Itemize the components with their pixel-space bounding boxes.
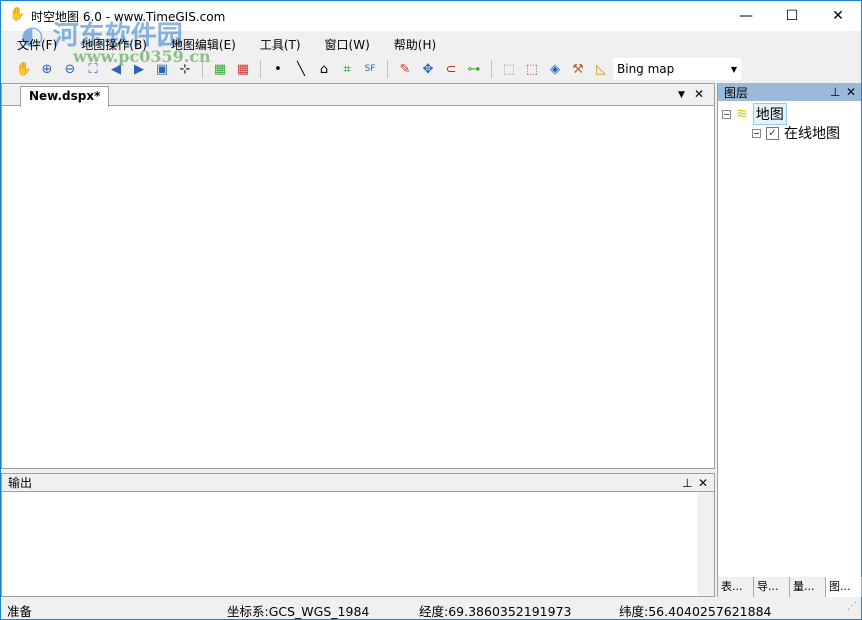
- menu-bar: 文件(F) 地图操作(B) 地图编辑(E) 工具(T) 窗口(W) 帮助(H): [1, 33, 861, 55]
- crosshair-icon[interactable]: ⊹: [176, 60, 194, 78]
- map-canvas[interactable]: [2, 106, 714, 468]
- tab-new-dspx[interactable]: New.dspx*: [20, 86, 110, 107]
- shapefile-icon[interactable]: SF: [361, 60, 379, 78]
- output-scrollbar[interactable]: [697, 492, 714, 596]
- output-panel: 输出 ⊥ ✕: [1, 473, 715, 597]
- clear-selection-icon[interactable]: ⬚: [523, 60, 541, 78]
- pin-icon[interactable]: ⊥: [682, 474, 692, 492]
- menu-window[interactable]: 窗口(W): [325, 36, 370, 53]
- tab-list-icon[interactable]: ▼: [678, 90, 685, 100]
- document-tabs: New.dspx* ▼ ✕: [2, 84, 714, 107]
- separator: [260, 60, 261, 78]
- minimize-button[interactable]: —: [723, 1, 769, 31]
- full-extent-icon[interactable]: ⛶: [84, 60, 102, 78]
- output-header: 输出 ⊥ ✕: [2, 474, 714, 492]
- tree-node-online-map[interactable]: − ✓ 在线地图: [752, 123, 840, 143]
- window-title: 时空地图 6.0 - www.TimeGIS.com: [31, 9, 226, 24]
- add-vertex-icon[interactable]: ⌗: [338, 60, 356, 78]
- tree-label-map: 地图: [752, 103, 787, 125]
- line-icon[interactable]: ╲: [292, 60, 310, 78]
- separator: [202, 60, 203, 78]
- forward-icon[interactable]: ▶: [130, 60, 148, 78]
- collapse-icon[interactable]: −: [722, 109, 731, 119]
- title-bar: ✋ 时空地图 6.0 - www.TimeGIS.com — ☐ ✕: [1, 1, 861, 31]
- polygon-icon[interactable]: ⌂: [315, 60, 333, 78]
- info-icon[interactable]: ◈: [546, 60, 564, 78]
- zoom-box-icon[interactable]: ▣: [153, 60, 171, 78]
- edit-pencil-icon[interactable]: ✎: [396, 60, 414, 78]
- tab-navigate[interactable]: 导...: [754, 577, 790, 597]
- close-document-icon[interactable]: ✕: [694, 87, 704, 101]
- chevron-down-icon: ▼: [730, 64, 737, 74]
- point-icon[interactable]: •: [269, 60, 287, 78]
- tab-layers[interactable]: 图...: [826, 577, 862, 597]
- magnet-icon[interactable]: ⊂: [442, 60, 460, 78]
- close-panel-icon[interactable]: ✕: [698, 474, 708, 492]
- tab-table[interactable]: 表...: [718, 577, 754, 597]
- panel-tabs: 表... 导... 量... 图...: [718, 577, 862, 597]
- tree-label-online-map: 在线地图: [784, 126, 840, 142]
- add-layer-icon[interactable]: ▦: [211, 60, 229, 78]
- basemap-select[interactable]: Bing map ▼: [613, 58, 741, 80]
- layers-panel: 图层 ⊥ ✕ − ≋ 地图 − ✓ 在线地图 表... 导... 量... 图.…: [717, 83, 862, 597]
- resize-grip-icon[interactable]: ⋰: [847, 601, 857, 612]
- app-icon: ✋: [9, 7, 26, 22]
- pin-icon[interactable]: ⊥: [830, 85, 840, 99]
- zoom-in-icon[interactable]: ⊕: [38, 60, 56, 78]
- back-icon[interactable]: ◀: [107, 60, 125, 78]
- layers-header: 图层 ⊥ ✕: [718, 83, 861, 101]
- menu-file[interactable]: 文件(F): [17, 36, 57, 53]
- output-title: 输出: [8, 476, 33, 490]
- separator: [491, 60, 492, 78]
- layer-checkbox[interactable]: ✓: [766, 126, 779, 140]
- status-ready: 准备: [7, 604, 33, 619]
- basemap-value: Bing map: [617, 62, 675, 76]
- hammer-icon[interactable]: ⚒: [569, 60, 587, 78]
- layers-icon: ≋: [736, 106, 748, 122]
- remove-layer-icon[interactable]: ▦: [234, 60, 252, 78]
- status-bar: 准备 坐标系:GCS_WGS_1984 经度:69.3860352191973 …: [1, 599, 861, 619]
- move-icon[interactable]: ✥: [419, 60, 437, 78]
- menu-map-ops[interactable]: 地图操作(B): [81, 36, 147, 53]
- maximize-button[interactable]: ☐: [769, 1, 815, 31]
- zoom-out-icon[interactable]: ⊖: [61, 60, 79, 78]
- menu-tools[interactable]: 工具(T): [260, 36, 301, 53]
- connect-icon[interactable]: ⊶: [465, 60, 483, 78]
- select-box-icon[interactable]: ⬚: [500, 60, 518, 78]
- tree-node-map[interactable]: − ≋ 地图: [722, 103, 787, 125]
- status-latitude: 纬度:56.4040257621884: [619, 604, 772, 619]
- tab-measure[interactable]: 量...: [790, 577, 826, 597]
- pan-hand-icon[interactable]: ✋: [15, 60, 33, 78]
- layers-title: 图层: [724, 85, 749, 100]
- close-button[interactable]: ✕: [815, 1, 861, 31]
- menu-help[interactable]: 帮助(H): [394, 36, 436, 53]
- close-panel-icon[interactable]: ✕: [846, 85, 856, 99]
- separator: [387, 60, 388, 78]
- collapse-icon[interactable]: −: [752, 128, 761, 138]
- status-longitude: 经度:69.3860352191973: [419, 604, 572, 619]
- document-panel: New.dspx* ▼ ✕: [1, 83, 715, 469]
- ruler-icon[interactable]: ◺: [592, 60, 610, 78]
- status-crs: 坐标系:GCS_WGS_1984: [227, 604, 370, 619]
- menu-map-edit[interactable]: 地图编辑(E): [171, 36, 236, 53]
